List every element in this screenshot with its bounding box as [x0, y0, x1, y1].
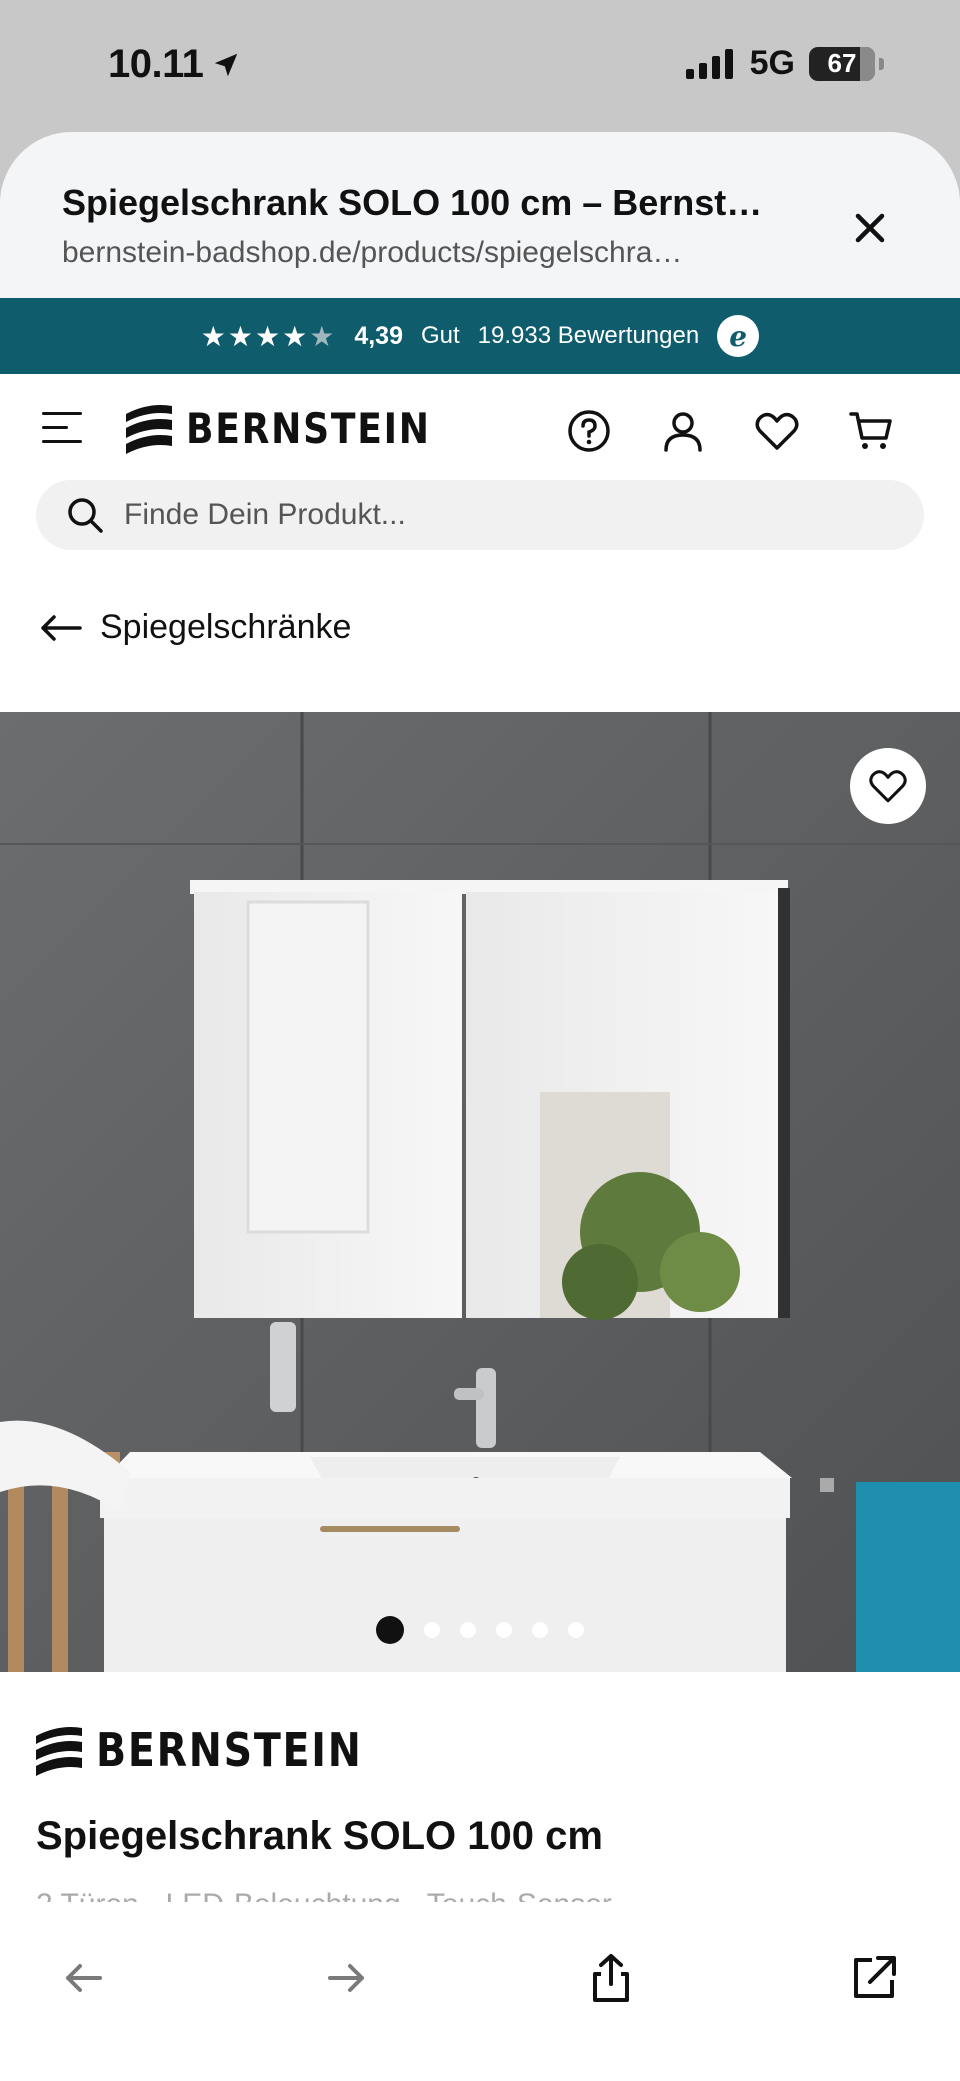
search-input[interactable] [122, 497, 886, 533]
site-logo[interactable]: BERNSTEIN [124, 400, 471, 456]
bernstein-logo-icon [126, 405, 172, 454]
search-bar[interactable] [36, 480, 924, 550]
rating-stars: ★★★★★ [200, 320, 337, 352]
status-time: 10.11 [108, 42, 241, 87]
rating-label: Gut [420, 322, 460, 349]
product-image[interactable] [0, 712, 960, 1672]
breadcrumb-label: Spiegelschränke [100, 608, 352, 646]
product-subtitle: 2 Türen · LED-Beleuchtung · Touch-Sensor [36, 1888, 612, 1902]
page-url[interactable]: bernstein-badshop.de/products/spiegelsch… [62, 236, 782, 270]
back-to-category-link[interactable]: Spiegelschränke [40, 608, 351, 647]
gallery-dot[interactable] [424, 1622, 440, 1638]
trusted-badge-icon: e [717, 315, 760, 357]
signal-icon [685, 48, 733, 79]
back-arrow-icon[interactable] [56, 1950, 112, 2006]
battery-icon: 67 [809, 46, 875, 81]
help-icon[interactable] [566, 408, 612, 454]
gallery-dot[interactable] [568, 1622, 584, 1638]
bernstein-logo-icon [36, 1727, 82, 1776]
brand-name: BERNSTEIN [96, 1723, 363, 1777]
menu-icon[interactable] [42, 412, 82, 446]
rating-score: 4,39 [354, 321, 403, 350]
close-icon[interactable] [852, 210, 888, 246]
product-gallery[interactable] [0, 712, 960, 1672]
gallery-dot[interactable] [376, 1616, 404, 1644]
search-icon [68, 498, 103, 533]
heart-icon [869, 770, 907, 803]
add-to-wishlist-button[interactable] [850, 748, 926, 824]
location-arrow-icon [215, 53, 238, 76]
battery-level: 67 [827, 48, 857, 78]
arrow-left-icon [41, 614, 82, 641]
account-icon[interactable] [660, 408, 706, 454]
product-title: Spiegelschrank SOLO 100 cm [36, 1814, 603, 1858]
status-bar: 10.11 5G 67 [0, 0, 960, 130]
brand-logo[interactable]: BERNSTEIN [34, 1722, 406, 1778]
page-title: Spiegelschrank SOLO 100 cm – Bernst… [62, 182, 763, 223]
review-count: 19.933 Bewertungen [477, 322, 700, 349]
share-icon[interactable] [583, 1950, 639, 2006]
sheet-header: Spiegelschrank SOLO 100 cm – Bernst… ber… [0, 132, 960, 298]
time-text: 10.11 [108, 42, 204, 86]
logo-text: BERNSTEIN [186, 403, 431, 453]
trusted-shops-banner[interactable]: ★★★★★ 4,39 Gut 19.933 Bewertungen e [0, 298, 960, 374]
network-type: 5G [749, 44, 795, 82]
forward-arrow-icon[interactable] [318, 1950, 374, 2006]
gallery-dot[interactable] [496, 1622, 512, 1638]
site-header: BERNSTEIN [0, 374, 960, 486]
cart-icon[interactable] [848, 408, 894, 454]
browser-toolbar [0, 1910, 960, 2081]
open-in-browser-icon[interactable] [846, 1950, 902, 2006]
gallery-dot[interactable] [532, 1622, 548, 1638]
gallery-pagination [0, 1616, 960, 1644]
wishlist-icon[interactable] [754, 408, 800, 454]
gallery-dot[interactable] [460, 1622, 476, 1638]
